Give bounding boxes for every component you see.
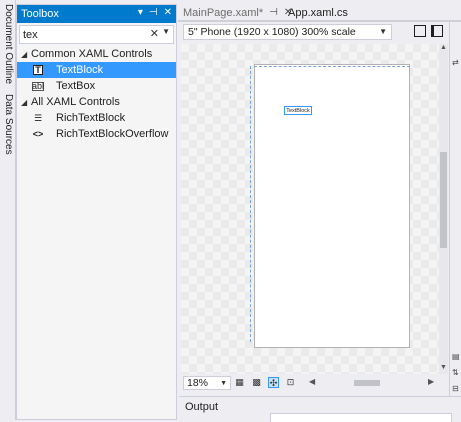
toolbox-item-label: TextBlock [56,64,104,76]
scroll-right-icon[interactable]: ▶ [428,377,434,386]
textblock-icon: T [33,65,43,75]
vertical-scrollbar[interactable]: ▲ ▼ [439,44,448,374]
toolbox-item-richtextblockoverflow[interactable]: <> RichTextBlockOverflow [17,126,176,142]
tab-app-xaml-cs[interactable]: App.xaml.cs [288,5,348,20]
phone-page-canvas[interactable] [254,64,410,348]
device-frame-toggle-icon[interactable] [414,25,426,37]
designer-bottom-bar: 18% ▼ ▦ ▩ ✣ ⊡ ◀ ▶ [181,375,449,391]
group-label: All XAML Controls [31,96,120,108]
swap-panes-icon[interactable]: ⇅ [452,368,460,377]
output-title[interactable]: Output [185,401,218,413]
snap-to-lines-icon[interactable]: ⊡ [285,377,296,388]
device-selector-value: 5" Phone (1920 x 1080) 300% scale [188,26,356,38]
document-tab-strip: MainPage.xaml* ⊣ ✕ App.xaml.cs [178,0,461,22]
clear-search-icon[interactable]: ✕ [150,27,159,40]
toolbox-search[interactable]: tex ✕ ▼ [19,25,174,44]
group-all-xaml-controls[interactable]: ◢ All XAML Controls [17,94,176,110]
collapse-triangle-icon: ◢ [21,97,28,107]
document-outline-tab[interactable]: Document Outline [3,4,14,84]
left-tool-strip: Document Outline Data Sources [0,0,16,420]
scroll-up-icon[interactable]: ▲ [440,44,447,51]
effects-icon[interactable]: ✣ [268,377,279,388]
richtextblockoverflow-icon: <> [32,129,44,139]
toolbox-item-richtextblock[interactable]: ☰ RichTextBlock [17,110,176,126]
window-position-icon[interactable]: ▾ [138,7,143,18]
toolbox-item-textbox[interactable]: abl TextBox [17,78,176,94]
properties-icon[interactable]: ⇄ [452,58,460,67]
snap-grid-icon[interactable]: ▩ [251,377,262,388]
pin-icon[interactable]: ⊣ [149,7,158,18]
close-icon[interactable]: ✕ [164,7,172,18]
device-selector[interactable]: 5" Phone (1920 x 1080) 300% scale ▼ [183,24,392,40]
toolbox-title: Toolbox [21,8,59,20]
search-options-icon[interactable]: ▼ [162,27,170,36]
collapse-pane-icon[interactable]: ⊟ [452,384,460,393]
collapse-triangle-icon: ◢ [21,49,28,59]
output-toolbar [270,413,452,422]
zoom-value: 18% [187,377,209,389]
tab-label: App.xaml.cs [288,6,348,19]
scroll-down-icon[interactable]: ▼ [440,364,447,371]
grid-icon[interactable]: ▦ [234,377,245,388]
textbox-icon: abl [32,81,45,91]
toolbox-item-label: RichTextBlock [56,112,126,124]
toolbox-item-label: RichTextBlockOverflow [56,128,169,140]
right-tool-strip: ⇄ ▤ ⇅ ⊟ [449,22,461,420]
horizontal-ruler-guide [254,66,410,68]
orientation-toggle-icon[interactable] [431,25,443,37]
group-common-xaml-controls[interactable]: ◢ Common XAML Controls [17,46,176,62]
chevron-down-icon: ▼ [379,27,387,36]
toolbox-item-textblock[interactable]: T TextBlock [17,62,176,78]
richtextblock-icon: ☰ [33,112,43,123]
group-label: Common XAML Controls [31,48,153,60]
toolbox-item-label: TextBox [56,80,96,92]
pin-tab-icon[interactable]: ⊣ [269,7,278,18]
toolbox-panel: Toolbox ▾ ⊣ ✕ tex ✕ ▼ ◢ Common XAML Cont… [16,4,177,420]
scroll-left-icon[interactable]: ◀ [309,377,315,386]
toolbox-title-bar: Toolbox ▾ ⊣ ✕ [17,5,176,23]
tab-label: MainPage.xaml* [183,6,264,19]
toolbox-search-input[interactable]: tex [20,29,38,41]
horizontal-scroll-thumb[interactable] [354,380,380,386]
split-view-icon[interactable]: ▤ [452,352,460,361]
tab-mainpage-xaml[interactable]: MainPage.xaml* ⊣ ✕ [183,5,292,20]
chevron-down-icon: ▼ [220,380,227,387]
designer-toolbar: 5" Phone (1920 x 1080) 300% scale ▼ [178,22,461,42]
data-sources-tab[interactable]: Data Sources [3,94,14,155]
vertical-ruler-guide [250,66,252,342]
zoom-selector[interactable]: 18% ▼ [183,376,231,390]
output-panel: Output [179,396,461,422]
textblock-element[interactable]: TextBlock [284,106,312,115]
vertical-scroll-thumb[interactable] [440,152,447,248]
